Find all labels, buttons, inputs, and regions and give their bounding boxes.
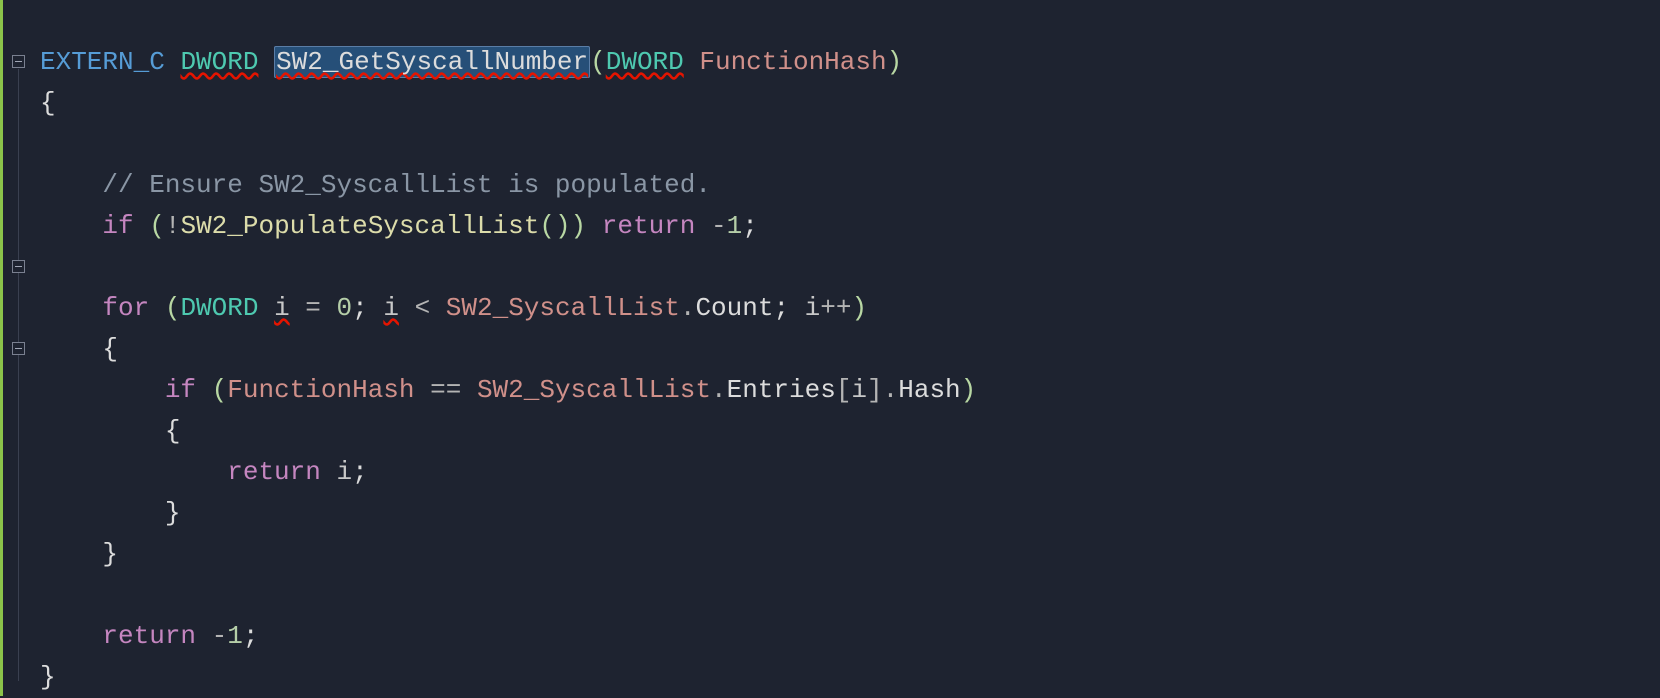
token-type: DWORD	[180, 293, 258, 323]
token-keyword-return: return	[227, 457, 321, 487]
token-number: 0	[337, 293, 353, 323]
code-line[interactable]: if (FunctionHash == SW2_SyscallList.Entr…	[40, 370, 1660, 411]
code-line[interactable]: }	[40, 493, 1660, 534]
token-dot: .	[680, 293, 696, 323]
selection-highlight: SW2_GetSyscallNumber	[274, 46, 590, 78]
fold-toggle-for[interactable]	[12, 260, 25, 273]
token-paren: (	[165, 293, 181, 323]
token-semi: ;	[352, 457, 368, 487]
token-type: DWORD	[180, 47, 258, 77]
code-editor[interactable]: EXTERN_C DWORD SW2_GetSyscallNumber(DWOR…	[40, 0, 1660, 698]
code-line[interactable]: for (DWORD i = 0; i < SW2_SyscallList.Co…	[40, 288, 1660, 329]
token-function-call: SW2_PopulateSyscallList	[180, 211, 539, 241]
token-identifier: SW2_SyscallList	[477, 375, 711, 405]
token-paren: (	[212, 375, 228, 405]
token-brace: {	[40, 88, 56, 118]
fold-gutter	[5, 0, 35, 696]
token-dot: .	[883, 375, 899, 405]
fold-toggle-if[interactable]	[12, 342, 25, 355]
token-brace: }	[40, 662, 56, 692]
code-line[interactable]	[40, 575, 1660, 616]
token-comment: // Ensure SW2_SyscallList is populated.	[102, 170, 711, 200]
token-paren: (	[590, 47, 606, 77]
token-keyword-return: return	[602, 211, 696, 241]
code-line[interactable]: // Ensure SW2_SyscallList is populated.	[40, 165, 1660, 206]
token-bracket: [	[836, 375, 852, 405]
token-keyword-return: return	[102, 621, 196, 651]
token-brace: {	[102, 334, 118, 364]
fold-toggle-function[interactable]	[12, 55, 25, 68]
token-member: Entries	[727, 375, 836, 405]
code-line[interactable]: {	[40, 411, 1660, 452]
token-paren: )	[852, 293, 868, 323]
token-operator: =	[305, 293, 321, 323]
token-var: i	[805, 293, 821, 323]
token-operator: !	[165, 211, 181, 241]
token-operator: -	[212, 621, 228, 651]
token-number: 1	[727, 211, 743, 241]
token-brace: {	[165, 416, 181, 446]
token-paren: )	[571, 211, 587, 241]
token-semi: ;	[352, 293, 368, 323]
token-number: 1	[227, 621, 243, 651]
code-line[interactable]: return i;	[40, 452, 1660, 493]
token-paren: (	[539, 211, 555, 241]
token-dot: .	[711, 375, 727, 405]
code-line[interactable]: EXTERN_C DWORD SW2_GetSyscallNumber(DWOR…	[40, 42, 1660, 83]
token-brace: }	[102, 539, 118, 569]
token-var: i	[383, 293, 399, 323]
token-bracket: ]	[867, 375, 883, 405]
token-identifier: FunctionHash	[227, 375, 414, 405]
token-operator: ==	[430, 375, 461, 405]
token-type: DWORD	[606, 47, 684, 77]
code-line[interactable]: {	[40, 329, 1660, 370]
token-funcname: SW2_GetSyscallNumber	[276, 47, 588, 77]
token-keyword-for: for	[102, 293, 149, 323]
token-paren: )	[887, 47, 903, 77]
token-semi: ;	[742, 211, 758, 241]
token-paren: (	[149, 211, 165, 241]
token-var: i	[274, 293, 290, 323]
token-keyword-if: if	[102, 211, 133, 241]
token-paren: )	[961, 375, 977, 405]
code-line[interactable]	[40, 247, 1660, 288]
token-extern: EXTERN_C	[40, 47, 165, 77]
token-operator: -	[711, 211, 727, 241]
code-line[interactable]	[40, 124, 1660, 165]
token-member: Count	[695, 293, 773, 323]
token-param: FunctionHash	[699, 47, 886, 77]
token-paren: )	[555, 211, 571, 241]
code-line[interactable]: if (!SW2_PopulateSyscallList()) return -…	[40, 206, 1660, 247]
token-var: i	[336, 457, 352, 487]
token-var: i	[851, 375, 867, 405]
token-semi: ;	[243, 621, 259, 651]
token-brace: }	[165, 498, 181, 528]
code-line[interactable]: return -1;	[40, 616, 1660, 657]
code-line[interactable]: }	[40, 534, 1660, 575]
token-operator: <	[415, 293, 431, 323]
token-member: Hash	[898, 375, 960, 405]
token-identifier: SW2_SyscallList	[446, 293, 680, 323]
token-operator: ++	[820, 293, 851, 323]
code-line[interactable]: }	[40, 657, 1660, 698]
modified-indicator	[0, 0, 3, 696]
code-line[interactable]: {	[40, 83, 1660, 124]
token-keyword-if: if	[165, 375, 196, 405]
token-semi: ;	[773, 293, 789, 323]
